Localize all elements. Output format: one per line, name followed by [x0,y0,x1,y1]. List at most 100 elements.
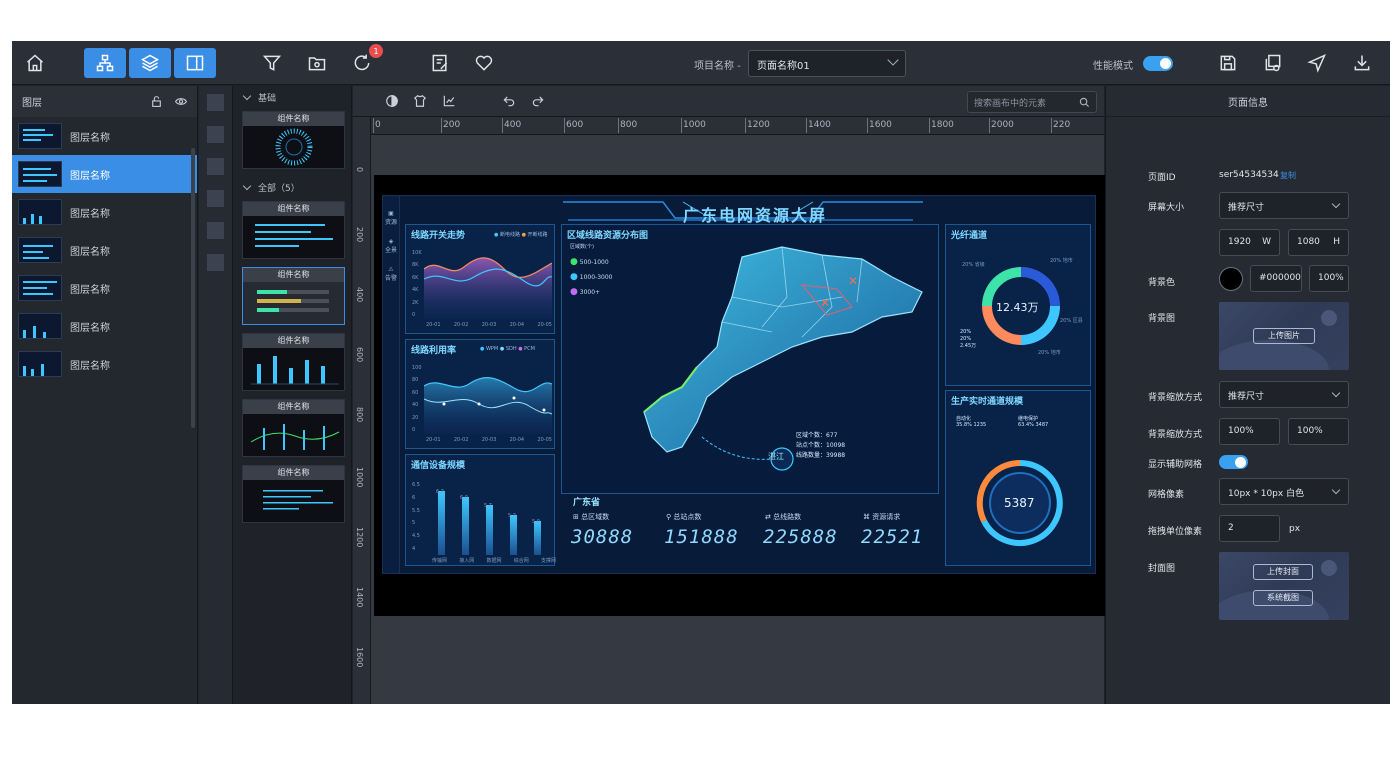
cover-image-dropzone[interactable]: 上传封面 系统截图 [1219,552,1349,620]
screen-size-label: 屏幕大小 [1148,203,1185,213]
vertical-ruler: 0 200 400 600 800 1000 1200 1400 1600 [353,117,371,704]
system-screenshot-button[interactable]: 系统截图 [1253,590,1313,606]
bar-chart [438,491,541,555]
grid-px-select[interactable]: 10px * 10px 白色 [1219,478,1349,505]
layer-item[interactable]: 图层名称 [12,307,197,345]
screen-size-select[interactable]: 推荐尺寸 [1219,192,1349,219]
hierarchy-icon [96,54,114,72]
bg-scale-width-input[interactable]: 100% [1219,418,1280,445]
panel-production-channel: 生产实时通道规模 自动化 35.8% 1235 继电保护 63.4% 3487 53… [945,390,1091,566]
donut-annotation: 20% 省级 [962,262,985,268]
x-axis-labels: 传输网 接入网 数据网 综合网 支撑网 [432,558,556,564]
chart-edit-icon[interactable] [442,94,456,108]
canvas-search-input[interactable]: 搜索画布中的元素 [967,91,1097,113]
dashboard-screen[interactable]: ▣ 资源 ◈ 全景 ⚠ 告警 广东电网资源大屏 线路开关走势 ● 断电线路 ● 开断线… [382,195,1096,574]
group-basic-header[interactable]: 基础 [234,87,351,107]
sync-button[interactable]: 1 [347,44,383,78]
bg-color-swatch[interactable] [1219,267,1243,291]
component-library-toggle-button[interactable] [129,48,171,78]
upload-image-button[interactable]: 上传图片 [1253,328,1315,344]
properties-panel-toggle-button[interactable] [174,48,216,78]
component-card-selected[interactable]: 组件名称 [242,267,345,325]
category-item[interactable] [207,158,224,175]
area-line-chart [424,257,552,319]
category-item[interactable] [207,94,224,111]
panel-title: 生产实时通道规模 [951,397,1024,407]
upload-cover-button[interactable]: 上传封面 [1253,564,1313,580]
layer-item[interactable]: 图层名称 [12,193,197,231]
download-button[interactable] [1347,48,1377,78]
ring-center-value: 5387 [1004,496,1035,510]
chevron-down-icon [1331,388,1341,398]
layer-item[interactable]: 图层名称 [12,117,197,155]
grid-px-value: 10px * 10px 白色 [1228,489,1305,499]
preview-button[interactable] [1258,48,1288,78]
component-preview [243,480,344,522]
redo-icon[interactable] [531,94,545,108]
component-card[interactable]: 组件名称 [242,465,345,523]
chevron-down-icon [887,54,899,66]
component-card[interactable]: 组件名称 [242,399,345,457]
width-value: 1920 [1228,237,1251,247]
ruler-v-tick: 1600 [355,647,364,668]
layer-item[interactable]: 图层名称 [12,345,197,383]
category-item[interactable] [207,222,224,239]
bg-image-dropzone[interactable]: 上传图片 [1219,302,1349,370]
favorite-button[interactable] [469,48,499,78]
publish-button[interactable] [1302,48,1332,78]
eye-icon[interactable] [174,95,188,108]
undo-icon[interactable] [502,94,516,108]
filter-icon [262,55,282,71]
save-button[interactable] [1213,48,1243,78]
component-card[interactable]: 组件名称 [242,333,345,391]
layers-scrollbar[interactable] [191,148,195,428]
settings-folder-button[interactable] [302,48,332,78]
layer-tree-toggle-button[interactable] [84,48,126,78]
group-all-header[interactable]: 全部（5） [234,177,351,197]
lock-icon[interactable] [150,95,163,108]
show-grid-toggle[interactable] [1219,455,1248,469]
drag-unit-input[interactable]: 2 [1219,515,1280,542]
bg-scale-select[interactable]: 推荐尺寸 [1219,381,1349,408]
page-name-select[interactable]: 页面名称01 [748,50,906,77]
refresh-icon [354,54,370,71]
bg-opacity-input[interactable]: 100% [1309,265,1349,292]
category-item[interactable] [207,254,224,271]
layer-item[interactable]: 图层名称 [12,231,197,269]
height-input[interactable]: 1080 H [1288,229,1349,256]
bar-list-preview [255,224,333,247]
layer-list: 图层名称 图层名称 图层名称 图层名称 图层名称 图层名称 图层名称 [12,117,197,383]
component-card[interactable]: 组件名称 [242,111,345,169]
bg-scale-height-value: 100% [1297,426,1323,436]
bg-scale-height-input[interactable]: 100% [1288,418,1349,445]
width-input[interactable]: 1920 W [1219,229,1280,256]
layer-item[interactable]: 图层名称 [12,155,197,193]
bar [510,515,517,555]
category-item[interactable] [207,126,224,143]
stat-value: 225888 [763,526,838,548]
layer-item[interactable]: 图层名称 [12,269,197,307]
screen-side-nav: ▣ 资源 ◈ 全景 ⚠ 告警 [383,196,400,573]
panel-title: 通信设备规模 [411,461,466,471]
line-bar-preview [250,424,340,450]
theme-shirt-icon[interactable] [413,94,427,108]
grid-px-label: 网格像素 [1148,490,1185,500]
bg-color-input[interactable]: #000000 [1250,265,1302,292]
layer-item-label: 图层名称 [70,284,110,296]
copy-link[interactable]: 复制 [1280,170,1296,181]
prod-stat-protect: 继电保护 63.4% 3487 [1018,416,1049,428]
chevron-down-icon [1331,199,1341,209]
contrast-icon[interactable] [385,94,399,108]
performance-mode-toggle[interactable] [1143,56,1173,71]
y-axis-labels: 6.5 6 5.5 5 4.5 4 [412,482,420,552]
edit-notes-button[interactable] [425,48,455,78]
map-legend: ● 500-1000 ● 1000-3000 ● 3000+ [570,257,613,297]
panel-line-utilization: 线路利用率 ● WPM ● SDH ● PCM 100 80 60 40 20 0 20-… [405,339,555,449]
layer-item-label: 图层名称 [70,208,110,220]
filter-button[interactable] [257,48,287,78]
category-item[interactable] [207,190,224,207]
layer-item-label: 图层名称 [70,132,110,144]
home-button[interactable] [20,48,50,78]
component-card[interactable]: 组件名称 [242,201,345,259]
ruler-h-tick: 1600 [867,118,892,133]
